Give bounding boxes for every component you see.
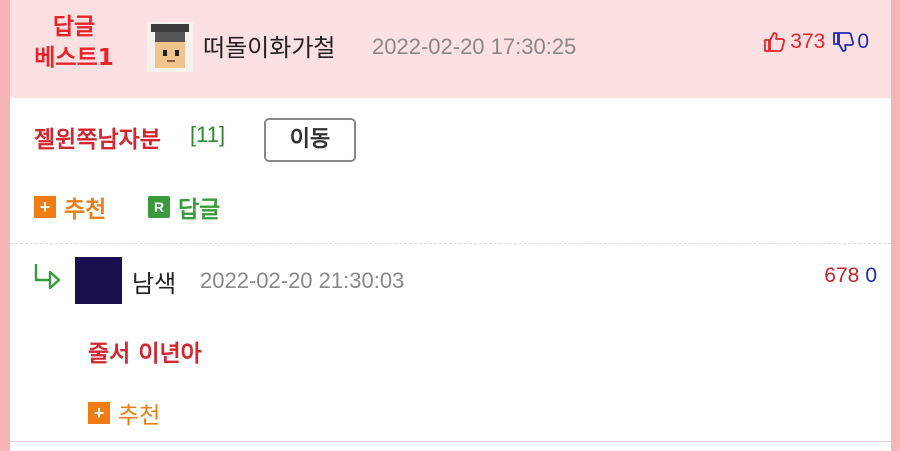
- parent-reply-action: R 답글: [148, 190, 220, 224]
- reply-arrow-icon: [32, 262, 68, 296]
- move-button[interactable]: 이동: [264, 118, 356, 162]
- reply-actions: + 추천: [88, 396, 160, 430]
- reply-timestamp: 2022-02-20 21:30:03: [200, 268, 405, 293]
- bottom-divider: [10, 441, 891, 442]
- reply-vote-bar: 678 0: [824, 264, 877, 288]
- parent-actions: + 추천: [34, 190, 106, 224]
- comment-timestamp: 2022-02-20 17:30:25: [372, 34, 577, 59]
- divider: [10, 243, 891, 244]
- avatar[interactable]: [147, 22, 193, 72]
- best-label-line1: 답글: [52, 14, 96, 40]
- best-label-line2: 베스트1: [34, 45, 114, 71]
- reply-count: [11]: [190, 122, 226, 147]
- upvote-count: 373: [790, 30, 826, 53]
- reply-upvote-count[interactable]: 678: [824, 264, 859, 287]
- parent-comment-text: 젤윈쪽남자분: [34, 127, 161, 153]
- reply-recommend-button[interactable]: 추천: [118, 396, 160, 430]
- thumbs-down-icon[interactable]: [831, 30, 855, 54]
- comment-frame: 답글 베스트1 떠돌이화가철 2022-02-20 17:30:25 373 0…: [10, 0, 891, 451]
- reply-author-nickname[interactable]: 남색: [132, 264, 176, 299]
- best-reply-badge: 답글 베스트1: [24, 12, 124, 74]
- plus-icon: +: [88, 402, 110, 424]
- downvote-count: 0: [857, 30, 869, 53]
- avatar[interactable]: [75, 257, 122, 304]
- plus-icon: +: [34, 196, 56, 218]
- recommend-button[interactable]: 추천: [64, 190, 106, 224]
- reply-icon: R: [148, 196, 170, 218]
- best-reply-header: 답글 베스트1 떠돌이화가철 2022-02-20 17:30:25 373 0: [10, 0, 891, 98]
- reply-downvote-count[interactable]: 0: [865, 264, 877, 287]
- vote-bar: 373 0: [762, 30, 869, 54]
- author-nickname[interactable]: 떠돌이화가철: [203, 28, 335, 63]
- reply-text: 줄서 이년아: [88, 341, 202, 367]
- reply-button[interactable]: 답글: [178, 190, 220, 224]
- thumbs-up-icon[interactable]: [762, 30, 786, 54]
